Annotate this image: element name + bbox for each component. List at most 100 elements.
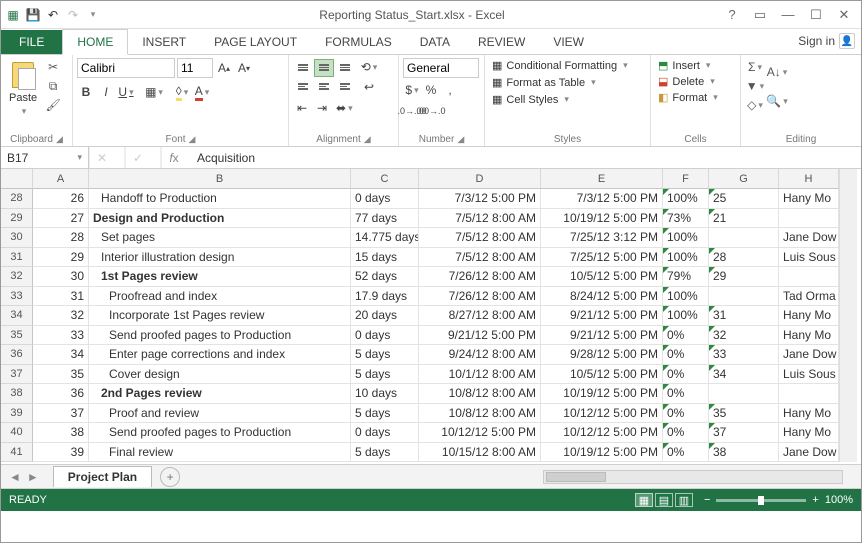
cell[interactable]: 31 [709,306,779,326]
cell[interactable]: 7/5/12 8:00 AM [419,248,541,268]
cell[interactable]: 2nd Pages review [89,384,351,404]
cell[interactable]: 10/8/12 8:00 AM [419,404,541,424]
cell[interactable]: 10/19/12 5:00 PM [541,209,663,229]
cell[interactable]: 20 days [351,306,419,326]
cell[interactable]: 10/19/12 5:00 PM [541,443,663,463]
paste-button[interactable]: Paste ▾ [5,58,41,119]
comma-icon[interactable]: , [441,81,459,99]
row-header[interactable]: 36 [1,345,33,365]
sign-in-link[interactable]: Sign in 👤 [792,28,861,54]
column-header[interactable]: H [779,169,839,189]
cell[interactable]: Enter page corrections and index [89,345,351,365]
row-header[interactable]: 29 [1,209,33,229]
cell[interactable]: 7/26/12 8:00 AM [419,287,541,307]
cell[interactable]: Interior illustration design [89,248,351,268]
page-break-view-icon[interactable]: ▥ [675,493,693,507]
cell[interactable]: 7/25/12 3:12 PM [541,228,663,248]
cell[interactable]: 5 days [351,345,419,365]
cell[interactable]: 10/5/12 5:00 PM [541,365,663,385]
close-icon[interactable]: ✕ [835,6,853,24]
formula-input[interactable]: Acquisition [191,147,861,168]
cell[interactable]: 10/8/12 8:00 AM [419,384,541,404]
format-cells-button[interactable]: ◧Format▾ [655,90,721,105]
cell[interactable]: 100% [663,248,709,268]
cell[interactable]: 1st Pages review [89,267,351,287]
decrease-decimal-icon[interactable]: .00→.0 [422,102,440,120]
cell[interactable]: 10/15/12 8:00 AM [419,443,541,463]
qat-dropdown-icon[interactable]: ▾ [85,7,101,23]
align-left-icon[interactable] [293,78,313,96]
cell[interactable]: 38 [709,443,779,463]
dialog-launcher-icon[interactable]: ◢ [56,134,63,145]
page-layout-view-icon[interactable]: ▤ [655,493,673,507]
cell[interactable]: 10/19/12 5:00 PM [541,384,663,404]
cell[interactable]: Hany Mo [779,404,839,424]
zoom-slider[interactable] [716,499,806,502]
sheet-nav-prev-icon[interactable]: ◄ [9,470,21,484]
font-name-select[interactable] [77,58,175,78]
cell[interactable]: 35 [33,365,89,385]
maximize-icon[interactable]: ☐ [807,6,825,24]
cell[interactable]: Luis Sous [779,248,839,268]
autosum-icon[interactable]: Σ▾ [745,58,765,76]
cell[interactable]: 0 days [351,189,419,209]
row-header[interactable]: 32 [1,267,33,287]
cell[interactable]: 52 days [351,267,419,287]
cell[interactable]: 7/3/12 5:00 PM [419,189,541,209]
cell[interactable]: Luis Sous [779,365,839,385]
number-format-select[interactable] [403,58,479,78]
column-header[interactable]: F [663,169,709,189]
sheet-nav-next-icon[interactable]: ► [27,470,39,484]
align-center-icon[interactable] [314,78,334,96]
cell[interactable]: 26 [33,189,89,209]
cell[interactable]: 100% [663,287,709,307]
cell[interactable]: 39 [33,443,89,463]
align-middle-icon[interactable] [314,59,334,77]
cell[interactable]: Hany Mo [779,306,839,326]
cell[interactable]: 10/12/12 5:00 PM [541,404,663,424]
tab-view[interactable]: VIEW [539,30,598,54]
cell[interactable]: 10/12/12 5:00 PM [419,423,541,443]
font-color-icon[interactable]: A▾ [193,83,211,101]
cell[interactable]: 0% [663,443,709,463]
cell[interactable]: 0 days [351,423,419,443]
tab-data[interactable]: DATA [406,30,464,54]
cell[interactable]: 9/21/12 5:00 PM [541,326,663,346]
row-header[interactable]: 33 [1,287,33,307]
row-header[interactable]: 35 [1,326,33,346]
save-icon[interactable]: 💾 [25,7,41,23]
column-header[interactable]: G [709,169,779,189]
zoom-control[interactable]: − + 100% [704,494,853,506]
cell[interactable]: Send proofed pages to Production [89,326,351,346]
cell[interactable]: 28 [33,228,89,248]
select-all-cell[interactable] [1,169,33,189]
cell[interactable]: 33 [709,345,779,365]
underline-button[interactable]: U▾ [117,83,135,101]
cell[interactable]: 0% [663,423,709,443]
cell[interactable]: 32 [709,326,779,346]
cell[interactable]: Tad Orma [779,287,839,307]
zoom-in-icon[interactable]: + [812,494,818,506]
cell[interactable]: 10 days [351,384,419,404]
cell[interactable]: 34 [33,345,89,365]
fill-icon[interactable]: ▼▾ [745,77,765,95]
cell[interactable]: 100% [663,306,709,326]
cut-icon[interactable]: ✂ [43,58,63,76]
cell[interactable]: 37 [33,404,89,424]
dialog-launcher-icon[interactable]: ◢ [457,134,464,145]
row-header[interactable]: 38 [1,384,33,404]
cell[interactable]: 37 [709,423,779,443]
add-sheet-button[interactable]: + [160,467,180,487]
cell[interactable]: 5 days [351,404,419,424]
cell[interactable] [779,267,839,287]
tab-home[interactable]: HOME [62,29,128,55]
cell[interactable]: Hany Mo [779,423,839,443]
cell[interactable] [709,287,779,307]
cell[interactable]: 33 [33,326,89,346]
ribbon-options-icon[interactable]: ▭ [751,6,769,24]
increase-indent-icon[interactable]: ⇥ [313,99,331,117]
enter-icon[interactable]: ✓ [126,151,150,165]
cell[interactable]: 79% [663,267,709,287]
dialog-launcher-icon[interactable]: ◢ [364,134,371,145]
column-header[interactable]: E [541,169,663,189]
